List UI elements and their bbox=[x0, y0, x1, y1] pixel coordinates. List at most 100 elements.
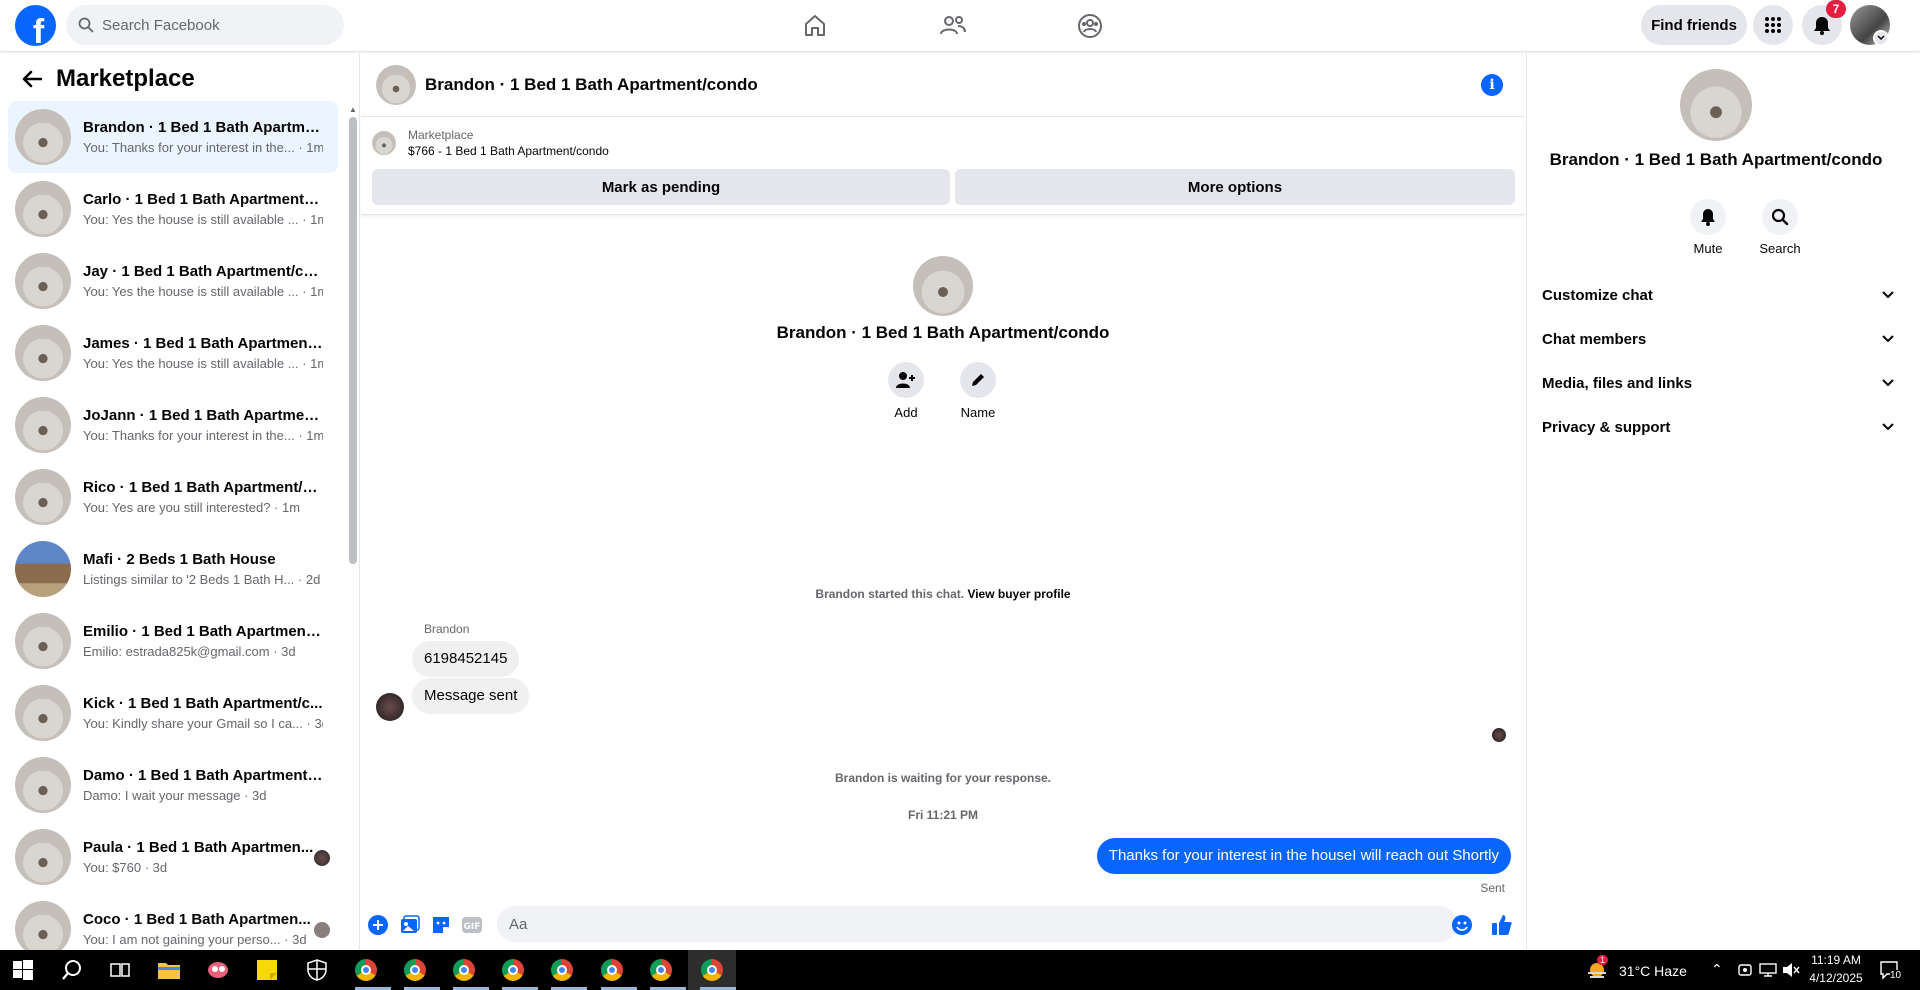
privacy-support-row[interactable]: Privacy & support bbox=[1542, 409, 1894, 445]
emoji-icon[interactable] bbox=[1451, 914, 1473, 936]
customize-chat-row[interactable]: Customize chat bbox=[1542, 277, 1894, 313]
chevron-down-icon[interactable] bbox=[1873, 30, 1889, 46]
chrome-icon[interactable] bbox=[452, 958, 476, 982]
chat-started-notice: Brandon started this chat. View buyer pr… bbox=[815, 587, 1071, 601]
media-files-links-row[interactable]: Media, files and links bbox=[1542, 365, 1894, 401]
conversation-item[interactable]: Jay · 1 Bed 1 Bath Apartment/co... You: Y… bbox=[8, 245, 338, 317]
listing-thumbnail bbox=[15, 397, 71, 453]
file-explorer-icon[interactable] bbox=[157, 958, 181, 982]
chrome-icon[interactable] bbox=[600, 958, 624, 982]
intro-avatar bbox=[913, 256, 973, 316]
network-icon[interactable] bbox=[1756, 958, 1780, 982]
menu-grid-icon[interactable] bbox=[1753, 5, 1793, 45]
notification-badge: 7 bbox=[1826, 0, 1846, 18]
message-input[interactable] bbox=[497, 906, 1457, 942]
conversation-title: Paula · 1 Bed 1 Bath Apartmen... bbox=[83, 839, 314, 856]
chrome-icon[interactable] bbox=[501, 958, 525, 982]
clock-date[interactable]: 4/12/2025 bbox=[1808, 971, 1864, 985]
incoming-message[interactable]: Message sent bbox=[412, 678, 530, 714]
conversation-title: Damo · 1 Bed 1 Bath Apartment/... bbox=[83, 767, 323, 784]
photo-icon[interactable] bbox=[399, 914, 421, 936]
groups-icon[interactable] bbox=[1072, 8, 1108, 44]
read-receipt-avatar bbox=[314, 922, 330, 938]
thumbs-up-icon[interactable] bbox=[1491, 914, 1513, 936]
conversation-item[interactable]: JoJann · 1 Bed 1 Bath Apartment... You: T… bbox=[8, 389, 338, 461]
facebook-logo[interactable]: f bbox=[15, 5, 56, 46]
bell-icon bbox=[1690, 199, 1726, 235]
sticker-icon[interactable] bbox=[430, 914, 452, 936]
chat-title[interactable]: Brandon · 1 Bed 1 Bath Apartment/condo bbox=[425, 75, 758, 95]
weather-text[interactable]: 31°C Haze bbox=[1619, 963, 1687, 979]
conversation-list: Brandon · 1 Bed 1 Bath Apartme... You: Th… bbox=[8, 101, 338, 950]
conversation-item[interactable]: Rico · 1 Bed 1 Bath Apartment/c... You: Y… bbox=[8, 461, 338, 533]
scroll-up-arrow-icon[interactable]: ▲ bbox=[349, 105, 357, 114]
edit-name-button[interactable]: Name bbox=[953, 362, 1003, 420]
mute-button[interactable]: Mute bbox=[1678, 199, 1738, 256]
more-options-button[interactable]: More options bbox=[955, 169, 1515, 205]
conversation-item[interactable]: Coco · 1 Bed 1 Bath Apartmen... You: I am… bbox=[8, 893, 338, 950]
chevron-down-icon bbox=[1882, 335, 1894, 343]
search-icon bbox=[1762, 199, 1798, 235]
chrome-icon[interactable] bbox=[354, 958, 378, 982]
chrome-icon[interactable] bbox=[700, 958, 724, 982]
conversation-item[interactable]: Paula · 1 Bed 1 Bath Apartmen... You: $76… bbox=[8, 821, 338, 893]
gif-icon[interactable]: GIF bbox=[461, 914, 483, 936]
conversation-item[interactable]: Carlo · 1 Bed 1 Bath Apartment/c... You: … bbox=[8, 173, 338, 245]
listing-price[interactable]: $766 - 1 Bed 1 Bath Apartment/condo bbox=[408, 144, 609, 158]
search-box[interactable] bbox=[66, 5, 344, 45]
listing-thumbnail bbox=[15, 181, 71, 237]
conversation-preview: You: Thanks for your interest in the... … bbox=[83, 140, 323, 155]
incoming-message[interactable]: 6198452145 bbox=[412, 641, 520, 677]
sticky-notes-icon[interactable] bbox=[255, 958, 279, 982]
search-icon[interactable] bbox=[60, 958, 84, 982]
name-label: Name bbox=[960, 405, 996, 420]
clock-time[interactable]: 11:19 AM bbox=[1808, 953, 1864, 967]
tray-app-icon[interactable] bbox=[1733, 958, 1757, 982]
conversation-item[interactable]: Mafi · 2 Beds 1 Bath House Listings simil… bbox=[8, 533, 338, 605]
home-icon[interactable] bbox=[797, 8, 833, 44]
back-arrow-icon[interactable] bbox=[20, 67, 44, 91]
add-label: Add bbox=[894, 405, 918, 420]
conversation-title: Brandon · 1 Bed 1 Bath Apartme... bbox=[83, 119, 323, 136]
chat-avatar[interactable] bbox=[376, 64, 416, 105]
sidebar-scrollbar[interactable] bbox=[349, 117, 357, 564]
chrome-icon[interactable] bbox=[649, 958, 673, 982]
search-input[interactable] bbox=[102, 16, 322, 34]
task-view-icon[interactable] bbox=[108, 958, 132, 982]
info-icon[interactable]: i bbox=[1481, 74, 1503, 96]
sender-name: Brandon bbox=[424, 622, 470, 636]
find-friends-button[interactable]: Find friends bbox=[1641, 5, 1747, 45]
friends-icon[interactable] bbox=[935, 8, 971, 44]
top-bar: f Find friends 7 bbox=[0, 0, 1920, 52]
view-buyer-profile-link[interactable]: View buyer profile bbox=[967, 587, 1070, 601]
app-icon[interactable] bbox=[206, 958, 230, 982]
chat-members-row[interactable]: Chat members bbox=[1542, 321, 1894, 357]
sender-avatar[interactable] bbox=[376, 693, 404, 721]
conversation-title: James · 1 Bed 1 Bath Apartment/... bbox=[83, 335, 323, 352]
outgoing-message[interactable]: Thanks for your interest in the houseI w… bbox=[1096, 838, 1511, 874]
message-timestamp: Fri 11:21 PM bbox=[907, 808, 979, 822]
conversation-item[interactable]: Damo · 1 Bed 1 Bath Apartment/... Damo: I… bbox=[8, 749, 338, 821]
conversation-preview: Listings similar to '2 Beds 1 Bath H... … bbox=[83, 572, 321, 587]
listing-thumbnail[interactable] bbox=[372, 131, 396, 155]
listing-thumbnail bbox=[15, 541, 71, 597]
notification-center-count: 10 bbox=[1890, 970, 1902, 981]
conversation-title: Jay · 1 Bed 1 Bath Apartment/co... bbox=[83, 263, 323, 280]
volume-muted-icon[interactable] bbox=[1779, 958, 1803, 982]
listing-thumbnail bbox=[15, 253, 71, 309]
search-label: Search bbox=[1759, 241, 1801, 256]
chevron-up-icon[interactable]: ⌃ bbox=[1711, 961, 1723, 978]
search-in-chat-button[interactable]: Search bbox=[1750, 199, 1810, 256]
conversation-item[interactable]: James · 1 Bed 1 Bath Apartment/... You: Y… bbox=[8, 317, 338, 389]
plus-circle-icon[interactable] bbox=[367, 914, 389, 936]
conversation-item[interactable]: Emilio · 1 Bed 1 Bath Apartment/... Emili… bbox=[8, 605, 338, 677]
chrome-icon[interactable] bbox=[403, 958, 427, 982]
mark-pending-button[interactable]: Mark as pending bbox=[372, 169, 950, 205]
conversation-item[interactable]: Brandon · 1 Bed 1 Bath Apartme... You: Th… bbox=[8, 101, 338, 173]
chrome-icon[interactable] bbox=[550, 958, 574, 982]
listing-thumbnail bbox=[15, 901, 71, 950]
add-people-button[interactable]: Add bbox=[881, 362, 931, 420]
windows-start-icon[interactable] bbox=[11, 958, 35, 982]
security-shield-icon[interactable] bbox=[305, 958, 329, 982]
conversation-item[interactable]: Kick · 1 Bed 1 Bath Apartment/c... You: K… bbox=[8, 677, 338, 749]
